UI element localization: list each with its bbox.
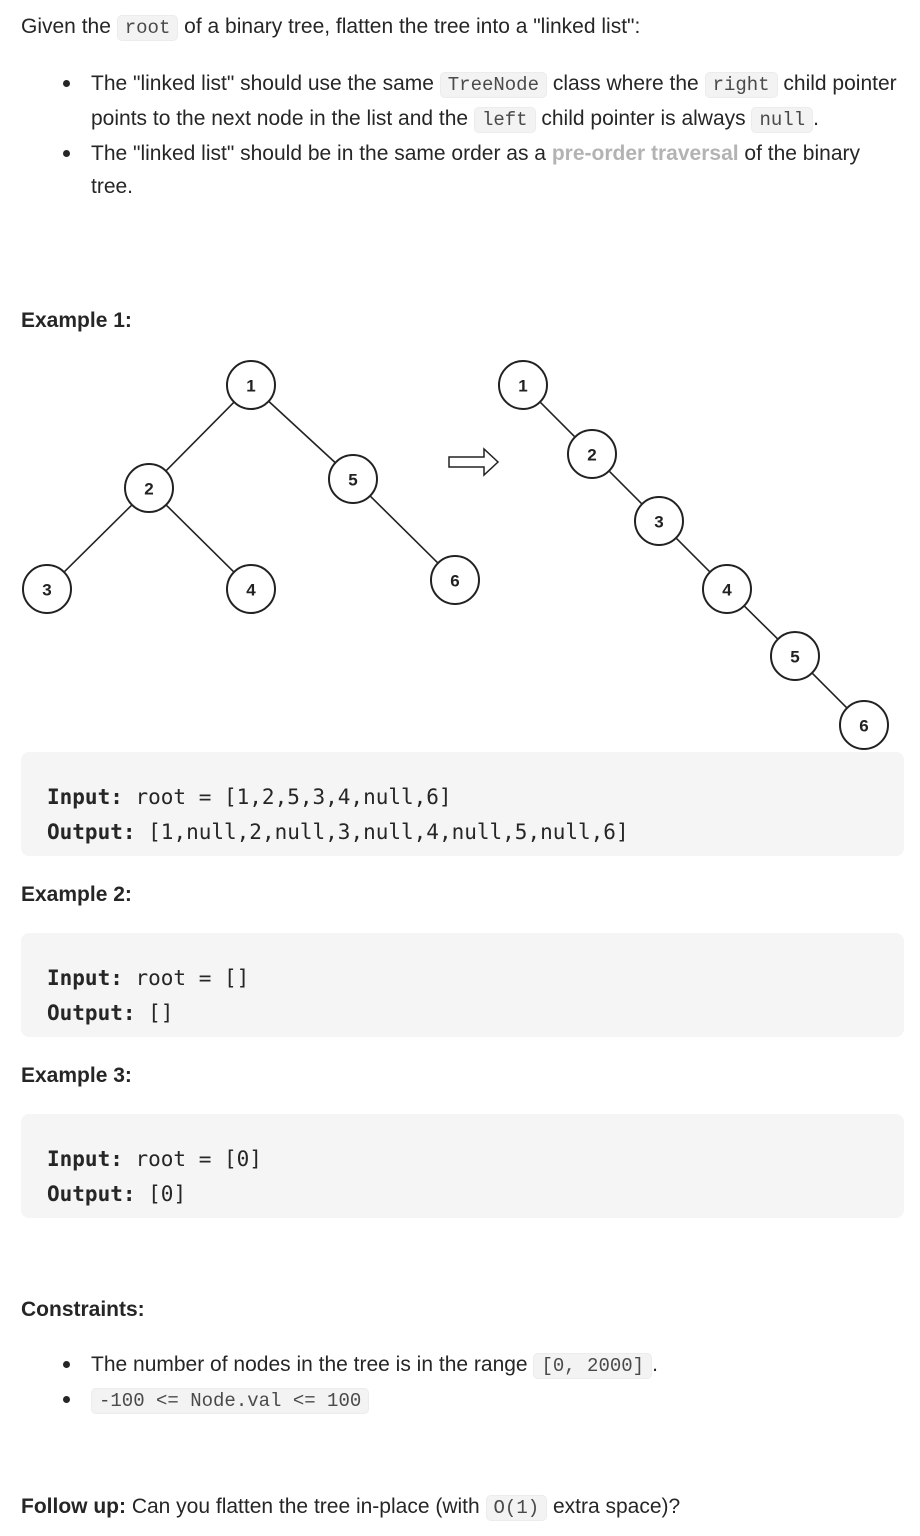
tree-node: 6 bbox=[430, 555, 480, 605]
list-edge bbox=[743, 605, 779, 640]
list-edge bbox=[675, 537, 711, 573]
node-label: 3 bbox=[654, 513, 663, 532]
tree-node: 4 bbox=[226, 564, 276, 614]
right-arrow-icon bbox=[448, 447, 500, 477]
inline-code-range: [0, 2000] bbox=[533, 1353, 653, 1379]
pre-order-traversal-link[interactable]: pre-order traversal bbox=[552, 142, 739, 165]
example-1-output: [1,null,2,null,3,null,4,null,5,null,6] bbox=[135, 820, 629, 844]
example-2-title: Example 2: bbox=[21, 883, 132, 906]
node-label: 4 bbox=[722, 581, 732, 600]
example-3-output: [0] bbox=[135, 1182, 187, 1206]
example-1-input: root = [1,2,5,3,4,null,6] bbox=[122, 785, 452, 809]
tree-edge bbox=[268, 400, 336, 464]
list-node: 2 bbox=[567, 429, 617, 479]
constraints-title: Constraints: bbox=[21, 1298, 145, 1321]
list-edge bbox=[608, 470, 643, 505]
tree-edge bbox=[165, 401, 235, 472]
constraint-item: -100 <= Node.val <= 100 bbox=[0, 1383, 920, 1418]
tree-node: 1 bbox=[226, 360, 276, 410]
list-node: 5 bbox=[770, 631, 820, 681]
inline-code-null: null bbox=[751, 107, 814, 133]
constraint-item: The number of nodes in the tree is in th… bbox=[0, 1348, 920, 1383]
example-1-title: Example 1: bbox=[21, 309, 132, 332]
node-label: 5 bbox=[790, 648, 799, 667]
inline-code-o1: O(1) bbox=[485, 1495, 548, 1521]
inline-code-treenode: TreeNode bbox=[439, 72, 547, 98]
node-label: 6 bbox=[450, 572, 459, 591]
example-2-code: Input: root = [] Output: [] bbox=[21, 933, 904, 1037]
inline-code-root: root bbox=[116, 15, 179, 41]
inline-code-left: left bbox=[473, 107, 536, 133]
example-2-input: root = [] bbox=[122, 966, 250, 990]
inline-code-right: right bbox=[704, 72, 778, 98]
list-node: 1 bbox=[498, 360, 548, 410]
tree-node: 2 bbox=[124, 463, 174, 513]
tree-edge bbox=[165, 504, 235, 573]
node-label: 1 bbox=[518, 377, 527, 396]
list-edge bbox=[811, 672, 848, 709]
follow-up: Follow up: Can you flatten the tree in-p… bbox=[21, 1495, 681, 1521]
node-label: 2 bbox=[144, 480, 153, 499]
constraints-list: The number of nodes in the tree is in th… bbox=[0, 1348, 920, 1418]
list-edge bbox=[539, 401, 576, 438]
tree-node: 3 bbox=[22, 564, 72, 614]
node-label: 6 bbox=[859, 717, 868, 736]
node-label: 3 bbox=[42, 581, 51, 600]
requirements-list: The "linked list" should use the same Tr… bbox=[0, 67, 920, 203]
tree-node: 5 bbox=[328, 454, 378, 504]
example-3-input: root = [0] bbox=[122, 1147, 262, 1171]
example-1-code: Input: root = [1,2,5,3,4,null,6] Output:… bbox=[21, 752, 904, 856]
example-3-title: Example 3: bbox=[21, 1064, 132, 1087]
tree-edge bbox=[369, 495, 439, 564]
inline-code-val-range: -100 <= Node.val <= 100 bbox=[91, 1388, 370, 1414]
list-node: 6 bbox=[839, 700, 889, 750]
node-label: 5 bbox=[348, 471, 357, 490]
requirement-item: The "linked list" should use the same Tr… bbox=[0, 67, 920, 137]
list-node: 4 bbox=[702, 564, 752, 614]
example-2-output: [] bbox=[135, 1001, 174, 1025]
list-node: 3 bbox=[634, 496, 684, 546]
problem-intro: Given the root of a binary tree, flatten… bbox=[21, 15, 641, 41]
example-1-diagram: 1 2 5 3 4 6 1 2 3 4 5 6 bbox=[22, 360, 889, 750]
node-label: 1 bbox=[246, 377, 255, 396]
example-3-code: Input: root = [0] Output: [0] bbox=[21, 1114, 904, 1218]
tree-edge bbox=[63, 504, 133, 573]
node-label: 4 bbox=[246, 581, 256, 600]
requirement-item: The "linked list" should be in the same … bbox=[0, 137, 920, 203]
node-label: 2 bbox=[587, 446, 596, 465]
